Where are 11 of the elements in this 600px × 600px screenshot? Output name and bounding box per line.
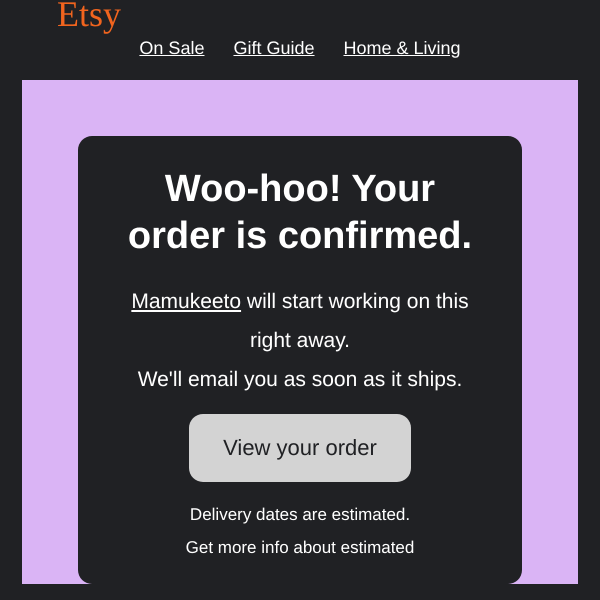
nav-link[interactable]: Home & Living bbox=[344, 37, 461, 59]
nav-link[interactable]: On Sale bbox=[139, 37, 204, 59]
logo[interactable]: Etsy bbox=[57, 0, 122, 32]
note: Get more info about estimated bbox=[186, 537, 414, 559]
view-order-button[interactable]: View your order bbox=[189, 414, 411, 482]
message: We'll email you as soon as it ships. bbox=[138, 367, 462, 393]
shop-link[interactable]: Mamukeeto bbox=[131, 290, 242, 313]
message: Mamukeeto will start working on this right away. bbox=[130, 289, 470, 354]
note: Delivery dates are estimated. bbox=[190, 504, 410, 526]
nav-link[interactable]: Gift Guide bbox=[233, 37, 315, 59]
heading: Woo-hoo! Your order is confirmed. bbox=[126, 167, 474, 259]
